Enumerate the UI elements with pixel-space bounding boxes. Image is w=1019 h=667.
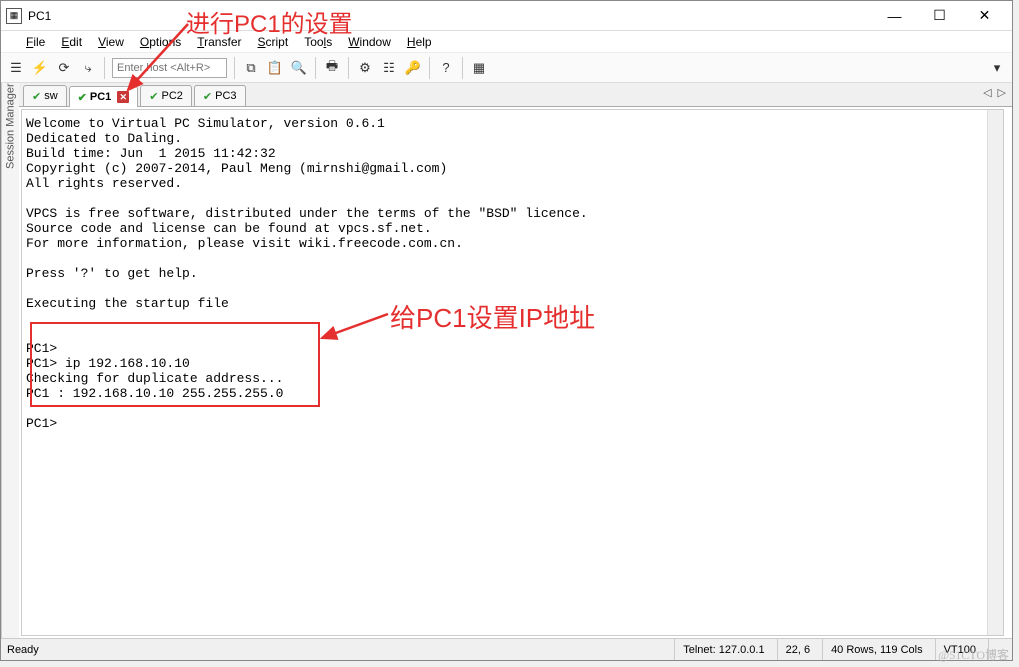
- tab-pc1[interactable]: ✔ PC1 ✕: [69, 86, 139, 107]
- minimize-button[interactable]: —: [872, 2, 917, 30]
- close-icon[interactable]: ✕: [117, 91, 129, 103]
- terminal-text: Welcome to Virtual PC Simulator, version…: [26, 116, 588, 431]
- app-icon: ▦: [6, 8, 22, 24]
- check-icon: ✔: [203, 90, 212, 103]
- options-icon[interactable]: ☷: [377, 56, 401, 80]
- toolbar-dropdown-icon[interactable]: ▾: [985, 56, 1009, 80]
- find-icon[interactable]: 🔍: [287, 56, 311, 80]
- check-icon: ✔: [149, 90, 158, 103]
- tab-prev-icon[interactable]: ◁: [983, 86, 991, 99]
- help-icon[interactable]: ?: [434, 56, 458, 80]
- host-input[interactable]: [112, 58, 227, 78]
- window-title: PC1: [28, 9, 51, 23]
- status-cursor: 22, 6: [777, 639, 818, 660]
- body-area: Session Manager ✔ sw ✔ PC1 ✕ ✔ PC2 ✔: [1, 83, 1012, 638]
- scrollbar[interactable]: [987, 110, 1003, 635]
- key-icon[interactable]: 🔑: [401, 56, 425, 80]
- menu-tools[interactable]: Tools: [297, 34, 339, 50]
- tab-nav: ◁ ▷: [983, 86, 1006, 99]
- toolbar: ☰ ⚡ ⟳ ⤷ ⧉ 📋 🔍 🖶 ⚙ ☷ 🔑 ? ▦ ▾: [1, 53, 1012, 83]
- status-telnet: Telnet: 127.0.0.1: [674, 639, 772, 660]
- watermark: @51CTO博客: [938, 646, 1009, 663]
- status-ready: Ready: [7, 644, 39, 656]
- tab-next-icon[interactable]: ▷: [998, 86, 1006, 99]
- disconnect-icon[interactable]: ⤷: [76, 56, 100, 80]
- statusbar: Ready Telnet: 127.0.0.1 22, 6 40 Rows, 1…: [1, 638, 1012, 660]
- menu-window[interactable]: Window: [341, 34, 398, 50]
- tab-pc3[interactable]: ✔ PC3: [194, 85, 246, 106]
- tab-pc2[interactable]: ✔ PC2: [140, 85, 192, 106]
- maximize-button[interactable]: ☐: [917, 2, 962, 30]
- menu-view[interactable]: View: [91, 34, 131, 50]
- reconnect-icon[interactable]: ⟳: [52, 56, 76, 80]
- close-button[interactable]: ✕: [962, 2, 1007, 30]
- copy-icon[interactable]: ⧉: [239, 56, 263, 80]
- menu-script[interactable]: Script: [251, 34, 296, 50]
- quick-connect-icon[interactable]: ⚡: [28, 56, 52, 80]
- tab-sw[interactable]: ✔ sw: [23, 85, 67, 106]
- menu-file[interactable]: File: [19, 34, 52, 50]
- terminal[interactable]: Welcome to Virtual PC Simulator, version…: [21, 109, 1004, 636]
- session-icon[interactable]: ☰: [4, 56, 28, 80]
- tab-label: PC1: [90, 91, 111, 103]
- menu-edit[interactable]: Edit: [54, 34, 89, 50]
- settings-icon[interactable]: ⚙: [353, 56, 377, 80]
- check-icon: ✔: [32, 90, 41, 103]
- menu-help[interactable]: Help: [400, 34, 439, 50]
- tab-bar: ✔ sw ✔ PC1 ✕ ✔ PC2 ✔ PC3 ◁ ▷: [19, 83, 1012, 107]
- status-size: 40 Rows, 119 Cols: [822, 639, 931, 660]
- paste-icon[interactable]: 📋: [263, 56, 287, 80]
- titlebar[interactable]: ▦ PC1 — ☐ ✕: [1, 1, 1012, 31]
- tab-label: sw: [44, 90, 57, 102]
- app-window: ▦ PC1 — ☐ ✕ File Edit View Options Trans…: [0, 0, 1013, 661]
- tab-label: PC2: [162, 90, 183, 102]
- menubar: File Edit View Options Transfer Script T…: [1, 31, 1012, 53]
- print-icon[interactable]: 🖶: [320, 56, 344, 80]
- toggle-icon[interactable]: ▦: [467, 56, 491, 80]
- check-icon: ✔: [78, 91, 87, 104]
- session-manager-tab[interactable]: Session Manager: [1, 83, 19, 638]
- menu-options[interactable]: Options: [133, 34, 188, 50]
- menu-transfer[interactable]: Transfer: [190, 34, 248, 50]
- tab-label: PC3: [215, 90, 236, 102]
